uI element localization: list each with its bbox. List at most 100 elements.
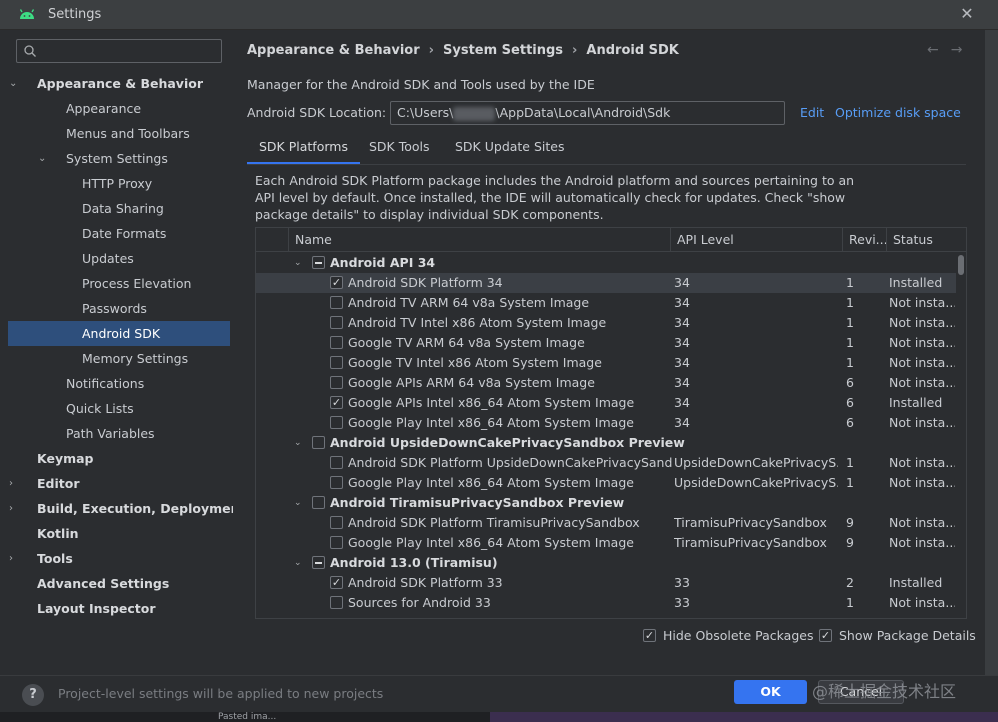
sidebar-item[interactable]: HTTP Proxy [8,171,230,196]
sidebar-item[interactable]: › Editor [8,471,230,496]
scrollbar-thumb[interactable] [958,255,964,275]
sdk-location-field[interactable]: C:\Users\ \AppData\Local\Android\Sdk [390,101,785,125]
help-button[interactable]: ? [22,684,44,706]
tab-sdk-platforms[interactable]: SDK Platforms [247,135,360,165]
package-checkbox[interactable] [312,556,325,569]
table-group-row[interactable]: ⌄ Android 13.0 (Tiramisu) [256,553,956,573]
package-checkbox[interactable] [330,296,343,309]
ok-button[interactable]: OK [734,680,807,704]
sidebar-item[interactable]: Date Formats [8,221,230,246]
table-group-row[interactable]: ⌄ Android API 34 [256,253,956,273]
panel-description: Manager for the Android SDK and Tools us… [247,77,595,92]
table-row[interactable]: Sources for Android 33 33 1 Not insta... [256,593,956,613]
table-group-row[interactable]: ⌄ Android UpsideDownCakePrivacySandbox Pr… [256,433,956,453]
cell-status: Not insta... [889,455,955,470]
package-checkbox[interactable]: ✓ [330,396,343,409]
column-header-status[interactable]: Status [886,228,966,252]
package-checkbox[interactable] [330,596,343,609]
background-taskbar: Pasted ima... [0,712,998,722]
show-details-checkbox[interactable]: ✓ [819,629,832,642]
chevron-right-icon[interactable]: › [9,471,19,496]
table-row[interactable]: Google TV ARM 64 v8a System Image 34 1 Not … [256,333,956,353]
sidebar-item[interactable]: Android SDK [8,321,230,346]
sidebar-item[interactable]: Data Sharing [8,196,230,221]
chevron-down-icon[interactable]: ⌄ [9,71,19,96]
chevron-down-icon[interactable]: ⌄ [38,146,48,171]
column-header-api-level[interactable]: API Level [670,228,842,252]
table-row[interactable]: Google Play Intel x86_64 Atom System Ima… [256,413,956,433]
cell-rev [846,493,882,513]
table-row[interactable]: ✓ Android SDK Platform 34 34 1 Installed [256,273,956,293]
tab-sdk-tools[interactable]: SDK Tools [357,135,442,165]
sidebar-item[interactable]: Menus and Toolbars [8,121,230,146]
table-row[interactable]: Android SDK Platform UpsideDownCakePriva… [256,453,956,473]
chevron-down-icon[interactable]: ⌄ [294,493,302,513]
package-checkbox[interactable] [330,536,343,549]
edit-link[interactable]: Edit [800,105,824,120]
chevron-right-icon[interactable]: › [9,496,19,521]
sidebar-item[interactable]: Quick Lists [8,396,230,421]
package-checkbox[interactable] [330,416,343,429]
table-scrollbar[interactable] [956,253,966,618]
package-checkbox[interactable] [312,256,325,269]
package-checkbox[interactable] [330,316,343,329]
back-arrow-icon[interactable]: ← [927,42,939,58]
sidebar-item[interactable]: Layout Inspector [8,596,230,621]
breadcrumb-item[interactable]: System Settings [443,43,563,58]
table-row[interactable]: Google TV Intel x86 Atom System Image 34 1… [256,353,956,373]
sidebar-item[interactable]: Notifications [8,371,230,396]
table-row[interactable]: ✓ Google APIs Intel x86_64 Atom System Im… [256,393,956,413]
table-group-row[interactable]: ⌄ Android TiramisuPrivacySandbox Preview [256,493,956,513]
table-row[interactable]: Android SDK Platform TiramisuPrivacySand… [256,513,956,533]
table-row[interactable]: Google Play Intel x86_64 Atom System Ima… [256,473,956,493]
sidebar-item[interactable]: Process Elevation [8,271,230,296]
package-checkbox[interactable] [330,356,343,369]
sidebar-item[interactable]: › Tools [8,546,230,571]
package-checkbox[interactable] [330,456,343,469]
sidebar-item[interactable]: ⌄ Appearance & Behavior [8,71,230,96]
sidebar-item[interactable]: Keymap [8,446,230,471]
sidebar-item[interactable]: Updates [8,246,230,271]
table-row[interactable]: Android TV ARM 64 v8a System Image 34 1 Not… [256,293,956,313]
search-input[interactable] [43,42,218,60]
table-row[interactable]: ✓ Android SDK Platform 33 33 2 Installed [256,573,956,593]
hide-obsolete-checkbox[interactable]: ✓ [643,629,656,642]
sidebar-item[interactable]: Passwords [8,296,230,321]
cell-name: Google TV ARM 64 v8a System Image [348,335,585,350]
sidebar-item[interactable]: ⌄ System Settings [8,146,230,171]
chevron-down-icon[interactable]: ⌄ [294,253,302,273]
cell-status: Not insta... [889,415,955,430]
tab-sdk-update-sites[interactable]: SDK Update Sites [443,135,577,165]
column-header-revision[interactable]: Revi... [842,228,888,252]
table-row[interactable]: Android TV Intel x86 Atom System Image 34… [256,313,956,333]
forward-arrow-icon[interactable]: → [951,42,963,58]
sidebar-item[interactable]: Path Variables [8,421,230,446]
column-header-name[interactable]: Name [288,228,670,252]
package-checkbox[interactable]: ✓ [330,276,343,289]
package-checkbox[interactable] [312,496,325,509]
tab-description: Each Android SDK Platform package includ… [255,173,855,222]
sidebar-item[interactable]: Memory Settings [8,346,230,371]
sidebar-item[interactable]: Kotlin [8,521,230,546]
sidebar-item[interactable]: Advanced Settings [8,571,230,596]
package-checkbox[interactable] [330,476,343,489]
chevron-down-icon[interactable]: ⌄ [294,553,302,573]
breadcrumb-item[interactable]: Appearance & Behavior [247,43,420,58]
sidebar-item[interactable]: › Build, Execution, Deployment [8,496,245,521]
package-checkbox[interactable]: ✓ [330,576,343,589]
settings-search[interactable] [16,39,222,63]
package-checkbox[interactable] [330,336,343,349]
package-checkbox[interactable] [312,436,325,449]
sidebar-item[interactable]: Appearance [8,96,230,121]
close-icon[interactable]: ✕ [956,3,978,25]
sidebar-item-label: Tools [37,551,73,566]
chevron-right-icon[interactable]: › [9,546,19,571]
table-row[interactable]: Google Play Intel x86_64 Atom System Ima… [256,533,956,553]
package-checkbox[interactable] [330,376,343,389]
package-checkbox[interactable] [330,516,343,529]
cell-api: 34 [674,335,690,350]
chevron-down-icon[interactable]: ⌄ [294,433,302,453]
table-row[interactable]: Google APIs ARM 64 v8a System Image 34 6 No… [256,373,956,393]
optimize-disk-space-link[interactable]: Optimize disk space [835,105,961,120]
sidebar-item-label: Advanced Settings [37,576,170,591]
